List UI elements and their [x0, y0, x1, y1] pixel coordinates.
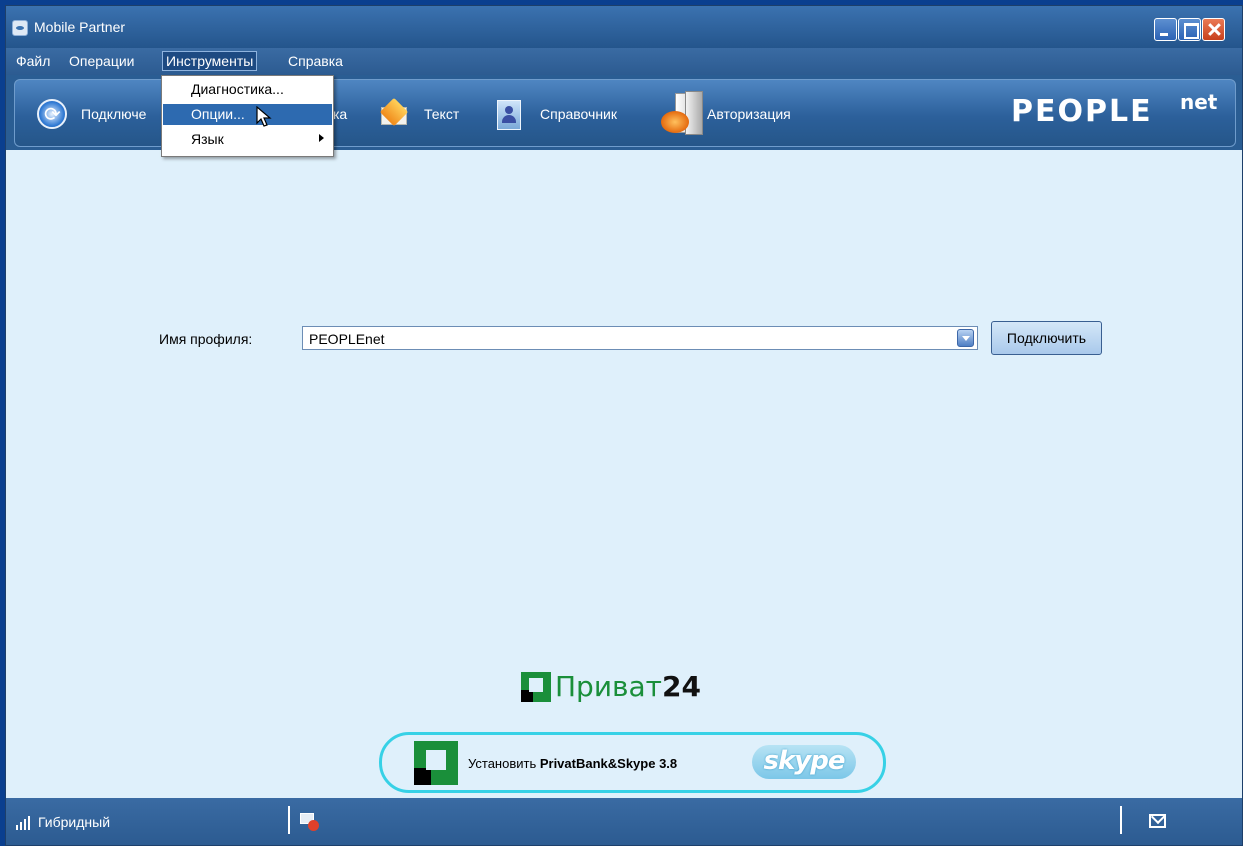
- mouse-pointer-icon: [256, 106, 272, 127]
- profile-select[interactable]: PEOPLEnet: [302, 326, 978, 350]
- privat24-number: 24: [662, 670, 701, 703]
- tools-dropdown-menu: Диагностика... Опции... Язык: [161, 75, 334, 157]
- banner-text: Установить PrivatBank&Skype 3.8: [468, 756, 677, 771]
- status-separator: [1120, 806, 1122, 834]
- privat24-text: Приват24: [555, 670, 701, 703]
- banner-prefix: Установить: [468, 756, 540, 771]
- toolbar-text-label[interactable]: Текст: [424, 106, 459, 122]
- maximize-button[interactable]: [1178, 18, 1201, 41]
- connect-icon[interactable]: [37, 99, 67, 129]
- privatbank-icon: [414, 741, 458, 785]
- minimize-button[interactable]: [1154, 18, 1177, 41]
- contacts-book-icon[interactable]: [493, 99, 523, 130]
- privatbank-icon: [521, 672, 551, 702]
- profile-select-value: PEOPLEnet: [309, 331, 385, 347]
- menu-bar: Файл Операции Инструменты Справка: [6, 48, 1242, 75]
- brand-logo-superscript: net: [1180, 90, 1218, 114]
- main-content: Имя профиля: PEOPLEnet Подключить Приват…: [6, 150, 1242, 798]
- app-logo-icon: [12, 20, 28, 36]
- toolbar-statistics-label[interactable]: ка: [333, 106, 347, 122]
- menu-item-diagnostics[interactable]: Диагностика...: [163, 79, 332, 100]
- window-title: Mobile Partner: [34, 19, 126, 35]
- menu-file[interactable]: Файл: [12, 53, 54, 69]
- brand-logo: PEOPLE: [1011, 94, 1153, 129]
- privatbank-skype-banner[interactable]: Установить PrivatBank&Skype 3.8 skype: [379, 732, 886, 793]
- skype-logo: skype: [752, 745, 856, 779]
- status-bar: Гибридный: [6, 798, 1242, 845]
- chevron-down-icon[interactable]: [957, 329, 974, 347]
- menu-operations[interactable]: Операции: [65, 53, 139, 69]
- toolbar-contacts-label[interactable]: Справочник: [540, 106, 617, 122]
- disconnected-icon: [300, 813, 320, 831]
- signal-strength-icon: [16, 816, 34, 830]
- network-mode-text: Гибридный: [38, 814, 111, 830]
- toolbar-connect-label[interactable]: Подключе: [81, 106, 146, 122]
- menu-item-options[interactable]: Опции...: [163, 104, 332, 125]
- toolbar-authorization-label[interactable]: Авторизация: [707, 106, 791, 122]
- privat24-word: Приват: [555, 670, 662, 703]
- menu-tools[interactable]: Инструменты: [162, 51, 258, 71]
- authorization-icon[interactable]: [659, 91, 705, 137]
- envelope-icon[interactable]: [379, 97, 409, 129]
- profile-name-label: Имя профиля:: [159, 331, 253, 347]
- menu-help[interactable]: Справка: [284, 53, 347, 69]
- mail-icon[interactable]: [1149, 814, 1166, 828]
- menu-item-language[interactable]: Язык: [163, 129, 332, 150]
- menu-item-language-label: Язык: [191, 131, 224, 147]
- connect-button[interactable]: Подключить: [991, 321, 1102, 355]
- banner-product: PrivatBank&Skype 3.8: [539, 756, 678, 771]
- submenu-arrow-icon: [319, 134, 324, 142]
- status-separator: [288, 806, 290, 834]
- title-bar[interactable]: Mobile Partner: [6, 6, 1242, 48]
- close-button[interactable]: [1202, 18, 1225, 41]
